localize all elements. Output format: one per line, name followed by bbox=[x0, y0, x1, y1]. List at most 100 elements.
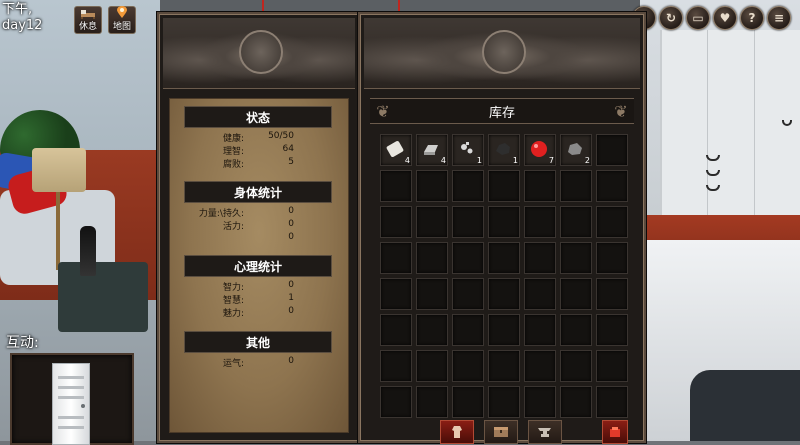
inventory-slot[interactable] bbox=[596, 170, 628, 202]
wardrobe-door-seam bbox=[707, 30, 708, 220]
inventory-slot[interactable]: 1 bbox=[452, 134, 484, 166]
wardrobe[interactable] bbox=[660, 30, 800, 220]
inventory-slot[interactable] bbox=[380, 314, 412, 346]
gothic-ornament bbox=[364, 18, 640, 89]
inventory-slot[interactable]: 4 bbox=[380, 134, 412, 166]
inventory-slot[interactable] bbox=[452, 170, 484, 202]
inventory-slot[interactable] bbox=[560, 314, 592, 346]
inventory-slot[interactable]: 1 bbox=[488, 134, 520, 166]
inventory-slot[interactable] bbox=[596, 350, 628, 382]
door-icon[interactable] bbox=[52, 363, 90, 445]
inventory-slot[interactable] bbox=[452, 350, 484, 382]
health-value: 50/50 bbox=[268, 131, 294, 141]
inventory-slot[interactable] bbox=[488, 350, 520, 382]
inventory-slot[interactable] bbox=[560, 206, 592, 238]
inventory-slot[interactable] bbox=[524, 350, 556, 382]
vitality-row: 活力: 0 bbox=[170, 219, 356, 232]
ornament-medallion bbox=[239, 30, 283, 74]
map-button[interactable]: 地图 bbox=[108, 6, 136, 34]
inventory-slot[interactable] bbox=[380, 350, 412, 382]
inventory-slot[interactable] bbox=[416, 278, 448, 310]
rest-button[interactable]: 休息 bbox=[74, 6, 102, 34]
inventory-slot[interactable] bbox=[380, 206, 412, 238]
inventory-slot[interactable] bbox=[560, 170, 592, 202]
inventory-slot[interactable] bbox=[452, 242, 484, 274]
door-knob bbox=[81, 404, 85, 408]
inventory-slot[interactable] bbox=[416, 314, 448, 346]
inventory-slot[interactable] bbox=[596, 386, 628, 418]
door-slat bbox=[58, 376, 84, 379]
inventory-slot[interactable] bbox=[380, 242, 412, 274]
charm-value: 0 bbox=[288, 306, 294, 316]
equipment-tab[interactable] bbox=[440, 420, 474, 444]
inventory-slot[interactable] bbox=[488, 278, 520, 310]
interaction-label: 互动: bbox=[6, 335, 39, 351]
inventory-slot[interactable] bbox=[524, 278, 556, 310]
inventory-slot[interactable] bbox=[488, 314, 520, 346]
wardrobe-door-seam bbox=[754, 30, 755, 220]
metal-ingot-icon bbox=[421, 139, 441, 159]
wardrobe-handle bbox=[782, 120, 792, 126]
wardrobe-handle bbox=[706, 155, 720, 161]
refresh-icon[interactable]: ↻ bbox=[659, 6, 683, 30]
inventory-slot[interactable] bbox=[596, 242, 628, 274]
inventory-slot[interactable] bbox=[380, 386, 412, 418]
inventory-slot[interactable] bbox=[488, 206, 520, 238]
inventory-slot[interactable] bbox=[524, 242, 556, 274]
inventory-slot[interactable] bbox=[416, 386, 448, 418]
inventory-slot[interactable] bbox=[488, 242, 520, 274]
inventory-slot[interactable] bbox=[524, 386, 556, 418]
inventory-slot[interactable] bbox=[560, 242, 592, 274]
map-pin-icon bbox=[116, 6, 128, 22]
inventory-slot[interactable] bbox=[524, 206, 556, 238]
corruption-row: 腐败: 5 bbox=[170, 157, 356, 170]
inventory-slot[interactable] bbox=[416, 350, 448, 382]
inventory-slot[interactable]: 4 bbox=[416, 134, 448, 166]
inventory-slot[interactable] bbox=[596, 314, 628, 346]
floor-lamp[interactable] bbox=[32, 148, 86, 192]
inventory-slot[interactable] bbox=[380, 278, 412, 310]
inventory-slot[interactable] bbox=[560, 386, 592, 418]
ornament-medallion bbox=[482, 30, 526, 74]
inventory-slot[interactable] bbox=[488, 170, 520, 202]
wardrobe-handle bbox=[706, 170, 720, 176]
inventory-slot[interactable] bbox=[524, 314, 556, 346]
crafting-tab[interactable] bbox=[528, 420, 562, 444]
inventory-slot[interactable]: 7 bbox=[524, 134, 556, 166]
charm-row: 魅力: 0 bbox=[170, 306, 356, 319]
inventory-slot[interactable] bbox=[452, 278, 484, 310]
storage-tab[interactable] bbox=[484, 420, 518, 444]
inventory-slot[interactable] bbox=[416, 170, 448, 202]
inventory-slot[interactable] bbox=[452, 386, 484, 418]
red-bag-icon bbox=[610, 427, 620, 437]
inventory-slot[interactable] bbox=[596, 278, 628, 310]
inventory-slot[interactable] bbox=[416, 242, 448, 274]
heart-icon[interactable]: ♥ bbox=[713, 6, 737, 30]
book-icon[interactable]: ▭ bbox=[686, 6, 710, 30]
inventory-slot[interactable]: 2 bbox=[560, 134, 592, 166]
extra-row: 0 bbox=[170, 232, 356, 245]
inventory-slot[interactable] bbox=[560, 350, 592, 382]
inventory-slot[interactable] bbox=[560, 278, 592, 310]
statue[interactable] bbox=[80, 226, 96, 276]
interaction-box[interactable] bbox=[10, 353, 134, 445]
help-icon[interactable]: ? bbox=[740, 6, 764, 30]
inventory-panel: ❦ 库存 ❦ 4 4 1 1 7 2 bbox=[358, 12, 646, 444]
intellect-value: 0 bbox=[288, 280, 294, 290]
vitality-value: 0 bbox=[288, 219, 294, 229]
inventory-slot[interactable] bbox=[380, 170, 412, 202]
discard-button[interactable] bbox=[602, 420, 628, 444]
strength-label: 力量:\持久: bbox=[198, 209, 244, 219]
map-label: 地图 bbox=[112, 22, 131, 32]
inventory-slot[interactable] bbox=[452, 206, 484, 238]
inventory-slot[interactable] bbox=[488, 386, 520, 418]
inventory-title: 库存 bbox=[488, 105, 515, 121]
item-count: 2 bbox=[584, 156, 590, 165]
menu-icon[interactable]: ≡ bbox=[767, 6, 791, 30]
side-table[interactable] bbox=[58, 262, 148, 332]
inventory-slot[interactable] bbox=[452, 314, 484, 346]
inventory-slot[interactable] bbox=[416, 206, 448, 238]
inventory-slot[interactable] bbox=[596, 206, 628, 238]
inventory-slot[interactable] bbox=[524, 170, 556, 202]
inventory-slot[interactable] bbox=[596, 134, 628, 166]
